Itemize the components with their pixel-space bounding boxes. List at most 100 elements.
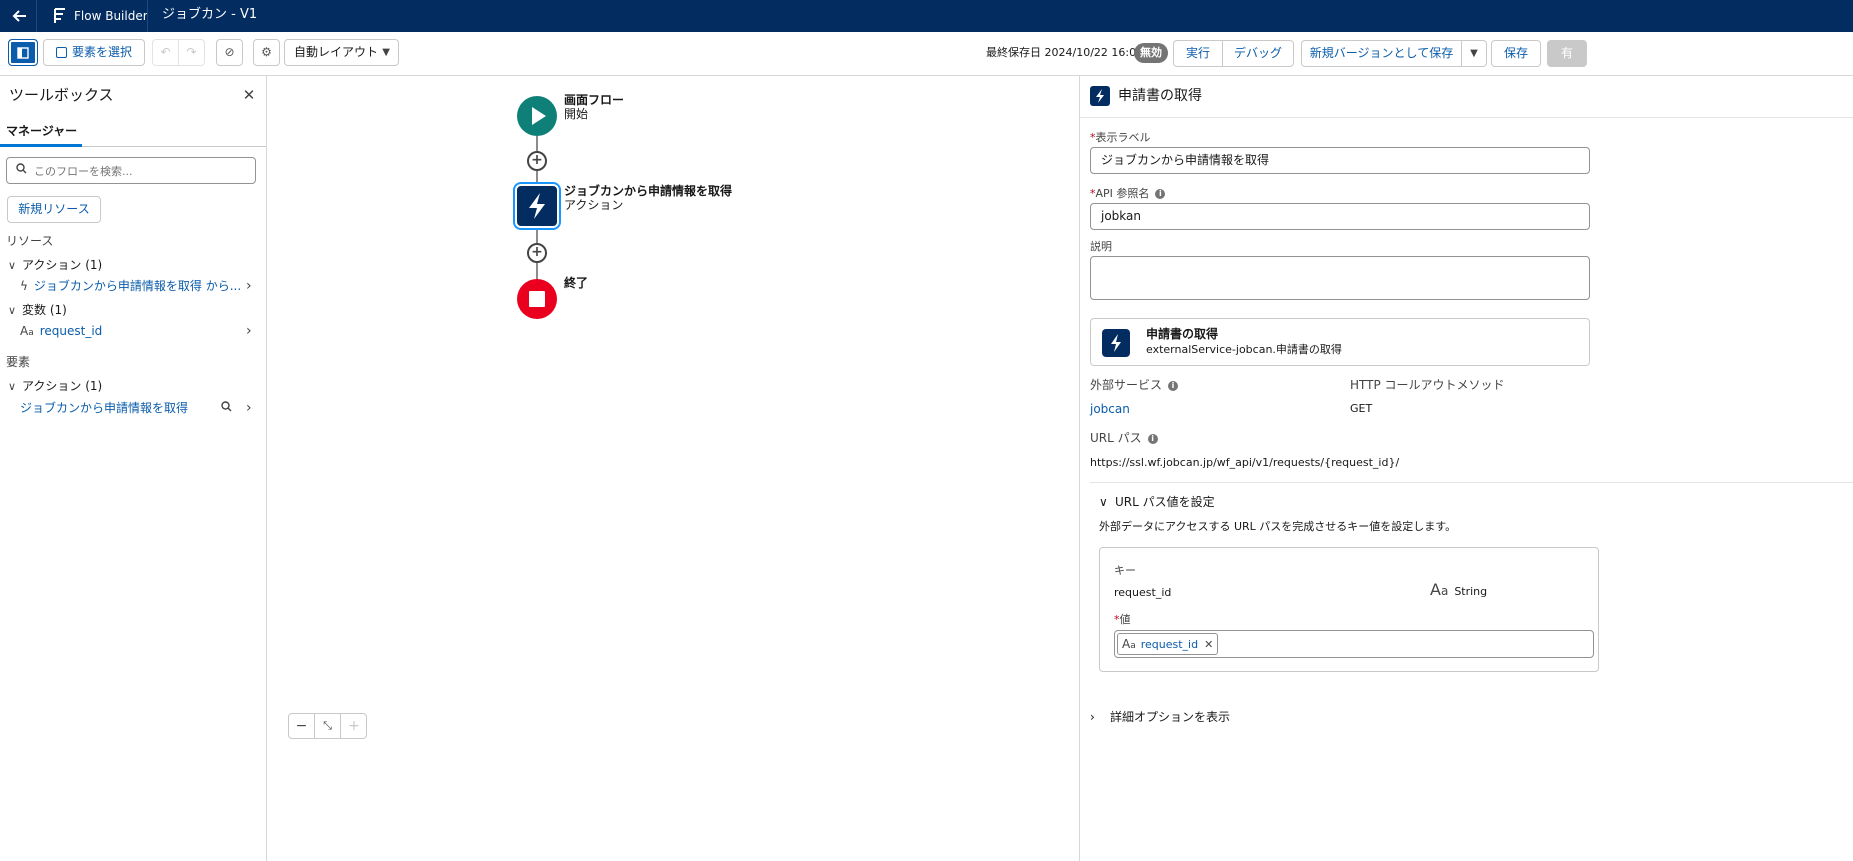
- layout-mode-value: 自動レイアウト: [294, 45, 379, 59]
- zoom-in-icon[interactable]: +: [341, 714, 367, 738]
- action-card: 申請書の取得 externalService-jobcan.申請書の取得: [1090, 318, 1590, 366]
- fit-view-icon[interactable]: ⤡: [315, 714, 341, 738]
- zoom-controls: − ⤡ +: [288, 713, 367, 739]
- advanced-options-label: 詳細オプションを表示: [1110, 710, 1231, 724]
- save-button[interactable]: 保存: [1491, 40, 1541, 67]
- node-title: ジョブカンから申請情報を取得: [564, 184, 733, 198]
- header-divider: [147, 0, 148, 32]
- start-node-label: 画面フロー 開始: [564, 93, 624, 121]
- info-icon[interactable]: i: [1155, 189, 1166, 199]
- node-title: 画面フロー: [564, 93, 625, 107]
- chevron-down-icon: ∨: [1099, 495, 1108, 509]
- flow-title: ジョブカン - V1: [162, 7, 258, 22]
- lightning-icon: [1102, 329, 1130, 357]
- type-value: String: [1454, 585, 1488, 598]
- new-resource-button[interactable]: 新規リソース: [7, 196, 101, 223]
- zoom-out-icon[interactable]: −: [289, 714, 315, 738]
- properties-panel: 申請書の取得 *表示ラベル ジョブカンから申請情報を取得 *API 参照名 i j…: [1079, 76, 1853, 861]
- type-indicator: Aa String: [1430, 582, 1487, 600]
- field-label-text: API 参照名: [1095, 187, 1150, 200]
- field-label-text: URL パス: [1090, 431, 1142, 445]
- action-node[interactable]: [515, 184, 559, 228]
- run-button[interactable]: 実行: [1173, 40, 1223, 67]
- element-group-actions[interactable]: ∨ アクション (1): [8, 378, 102, 395]
- url-section-description: 外部データにアクセスする URL パスを完成させるキー値を設定します。: [1099, 520, 1457, 533]
- action-node-label: ジョブカンから申請情報を取得 アクション: [564, 184, 732, 212]
- resource-item-variable[interactable]: Aa request_id: [20, 323, 102, 341]
- value-field-label: *値: [1114, 613, 1131, 626]
- flow-logo-icon: [52, 7, 68, 25]
- search-icon[interactable]: [221, 401, 232, 415]
- panel-divider: [1080, 117, 1853, 118]
- pill-label: request_id: [1140, 638, 1199, 651]
- save-as-new-version-button[interactable]: 新規バージョンとして保存: [1301, 40, 1462, 67]
- toolbox-title: ツールボックス: [9, 86, 114, 104]
- section-divider: [1090, 482, 1853, 483]
- end-node[interactable]: [517, 279, 557, 319]
- add-element-icon[interactable]: +: [527, 243, 547, 263]
- chevron-down-icon: ∨: [8, 259, 17, 272]
- select-elements-icon: [55, 47, 67, 58]
- close-icon[interactable]: ✕: [1204, 638, 1213, 651]
- undo-icon[interactable]: ↶: [152, 39, 178, 66]
- info-icon[interactable]: i: [1147, 433, 1158, 444]
- chevron-right-icon[interactable]: ›: [246, 400, 252, 416]
- tab-manager[interactable]: マネージャー: [6, 121, 77, 141]
- node-subtitle: 開始: [564, 107, 589, 121]
- field-label-text: 表示ラベル: [1095, 131, 1151, 144]
- description-field-label: 説明: [1090, 240, 1112, 253]
- start-node[interactable]: [517, 96, 557, 136]
- value-pill[interactable]: Aa request_id ✕: [1117, 633, 1219, 655]
- resource-group-variables[interactable]: ∨ 変数 (1): [8, 302, 67, 319]
- toolbox-panel: ツールボックス ✕ マネージャー このフローを検索... 新規リソース リソース…: [0, 76, 267, 861]
- field-label-text: 外部サービス: [1090, 378, 1163, 392]
- url-section-toggle[interactable]: ∨ URL パス値を設定: [1099, 494, 1215, 510]
- api-name-field-label: *API 参照名 i: [1090, 187, 1166, 201]
- node-subtitle: アクション: [564, 198, 624, 212]
- end-node-label: 終了: [564, 276, 588, 290]
- save-options-chevron-icon[interactable]: ▼: [1461, 40, 1487, 67]
- status-badge: 無効: [1134, 43, 1168, 63]
- add-element-icon[interactable]: +: [527, 151, 547, 171]
- last-saved-text: 最終保存日 2024/10/22 16:04: [986, 46, 1144, 59]
- key-label: キー: [1114, 564, 1136, 577]
- lightning-icon: [1090, 86, 1110, 106]
- panel-title: 申請書の取得: [1118, 88, 1202, 104]
- debug-button[interactable]: デバッグ: [1222, 40, 1294, 67]
- chevron-right-icon[interactable]: ›: [246, 323, 252, 339]
- select-elements-button[interactable]: 要素を選択: [43, 39, 145, 66]
- close-icon[interactable]: ✕: [240, 86, 258, 104]
- chevron-right-icon[interactable]: ›: [246, 278, 252, 294]
- http-method-label: HTTP コールアウトメソッド: [1350, 378, 1505, 392]
- advanced-options-toggle[interactable]: › 詳細オプションを表示: [1090, 709, 1230, 725]
- toggle-toolbox-button[interactable]: [8, 39, 38, 66]
- text-type-icon: Aa: [1430, 580, 1449, 599]
- label-field-input[interactable]: ジョブカンから申請情報を取得: [1090, 147, 1590, 174]
- search-input[interactable]: このフローを検索...: [6, 157, 256, 184]
- url-path-label: URL パス i: [1090, 430, 1158, 446]
- activate-button[interactable]: 有: [1547, 40, 1587, 67]
- description-textarea[interactable]: [1090, 256, 1590, 300]
- settings-gear-icon[interactable]: ⚙: [253, 39, 280, 66]
- text-type-icon: Aa: [20, 324, 34, 338]
- layout-mode-select[interactable]: 自動レイアウト ▼: [284, 39, 399, 66]
- resource-group-actions[interactable]: ∨ アクション (1): [8, 257, 102, 274]
- flow-canvas[interactable]: 画面フロー 開始 + ジョブカンから申請情報を取得 アクション + 終了 − ⤡…: [268, 76, 1078, 861]
- resources-section-label: リソース: [6, 234, 54, 248]
- resource-item-action[interactable]: ϟ ジョブカンから申請情報を取得 から...: [20, 278, 241, 294]
- api-name-field-input[interactable]: jobkan: [1090, 203, 1590, 230]
- header-divider: [36, 0, 37, 32]
- external-service-link[interactable]: jobcan: [1090, 401, 1130, 417]
- node-title: 終了: [564, 276, 589, 290]
- lightning-icon: ϟ: [20, 279, 28, 293]
- active-tab-indicator: [0, 144, 82, 147]
- text-type-icon: Aa: [1122, 637, 1136, 651]
- action-card-subtitle: externalService-jobcan.申請書の取得: [1146, 343, 1342, 356]
- info-icon[interactable]: i: [1168, 380, 1179, 391]
- redo-icon[interactable]: ↷: [178, 39, 205, 66]
- element-item-action[interactable]: ジョブカンから申請情報を取得: [20, 400, 188, 416]
- app-header: Flow Builder ジョブカン - V1: [0, 0, 1853, 32]
- select-elements-label: 要素を選択: [71, 45, 132, 59]
- back-arrow-icon[interactable]: [8, 4, 32, 28]
- errors-warnings-icon[interactable]: ⊘: [216, 39, 243, 66]
